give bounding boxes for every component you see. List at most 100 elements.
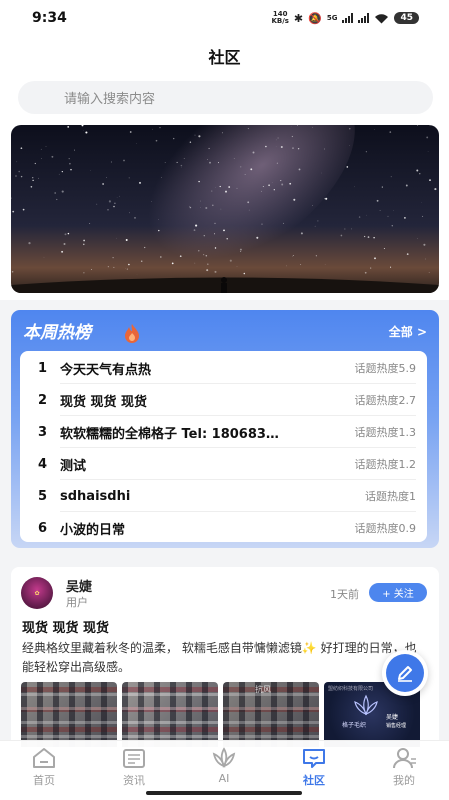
signal-icon-2 xyxy=(358,13,370,23)
star xyxy=(379,209,381,211)
star xyxy=(221,132,223,134)
tab-profile[interactable]: 我的 xyxy=(374,745,434,789)
star xyxy=(34,162,36,165)
star xyxy=(208,147,210,150)
star xyxy=(376,199,379,202)
author-name[interactable]: 吴婕 xyxy=(66,576,92,595)
news-icon xyxy=(123,749,145,768)
star xyxy=(56,198,58,201)
star xyxy=(83,243,85,246)
star xyxy=(134,217,136,219)
star xyxy=(383,247,385,250)
search-area: 请输入搜索内容 xyxy=(0,76,449,120)
tab-home[interactable]: 首页 xyxy=(14,745,74,789)
post-title: 现货 现货 现货 xyxy=(22,621,110,636)
image-caption: 销售经理 xyxy=(386,723,407,729)
star xyxy=(389,131,392,133)
star xyxy=(349,145,350,146)
star xyxy=(20,147,23,150)
topic-heat: 话题热度1.2 xyxy=(354,458,417,471)
star xyxy=(244,174,246,175)
user-icon xyxy=(393,748,416,769)
avatar[interactable]: ✿ xyxy=(21,577,53,609)
search-input[interactable]: 请输入搜索内容 xyxy=(18,81,433,114)
star xyxy=(18,170,20,173)
image-caption: 盟纺织科技有限公司 xyxy=(328,686,374,692)
star xyxy=(280,180,282,182)
star xyxy=(119,195,120,197)
star xyxy=(247,201,250,204)
star xyxy=(58,173,60,175)
star xyxy=(271,182,273,183)
star xyxy=(189,141,192,143)
hot-topic-row[interactable]: 2 现货 现货 现货 话题热度2.7 xyxy=(20,384,427,416)
star xyxy=(211,190,213,192)
star xyxy=(367,236,370,238)
star xyxy=(30,185,33,188)
post-image[interactable]: 抗风 xyxy=(223,682,319,747)
star xyxy=(214,233,216,235)
post-image[interactable] xyxy=(21,682,117,747)
hot-topic-row[interactable]: 5 sdhaisdhi 话题热度1 xyxy=(20,480,427,512)
star xyxy=(151,201,152,202)
star xyxy=(200,200,201,202)
topic-rank: 3 xyxy=(38,424,48,440)
star xyxy=(209,161,211,164)
star xyxy=(223,229,225,232)
topic-rank: 5 xyxy=(38,488,48,504)
star xyxy=(243,272,246,275)
star xyxy=(198,250,200,252)
star xyxy=(205,255,208,257)
star xyxy=(138,181,142,184)
star xyxy=(298,168,301,171)
bluetooth-icon: ✱ xyxy=(293,11,304,25)
star xyxy=(317,220,319,222)
star xyxy=(113,266,115,268)
banner-image[interactable] xyxy=(11,125,439,293)
star xyxy=(123,159,125,162)
star xyxy=(219,185,221,188)
star xyxy=(70,168,72,171)
star xyxy=(423,243,426,246)
tab-label: AI xyxy=(218,772,230,785)
star xyxy=(180,164,183,167)
hot-topic-row[interactable]: 4 测试 话题热度1.2 xyxy=(20,448,427,480)
star xyxy=(220,208,222,210)
star xyxy=(381,186,383,188)
mute-icon: 🔕 xyxy=(308,11,322,25)
tab-community[interactable]: 社区 xyxy=(284,745,344,789)
star xyxy=(83,239,85,242)
tab-ai[interactable]: AI xyxy=(194,745,254,789)
hot-topic-row[interactable]: 3 软软糯糯的全棉格子 Tel: 180683… 话题热度1.3 xyxy=(20,416,427,448)
star xyxy=(188,205,190,207)
compose-button-inner xyxy=(386,654,424,692)
star xyxy=(61,190,64,193)
star xyxy=(300,232,303,235)
post-card[interactable]: ✿ 吴婕 用户 1天前 + 关注 现货 现货 现货 经典格纹里藏着秋冬的温柔， … xyxy=(11,567,439,747)
tab-news[interactable]: 资讯 xyxy=(104,745,164,789)
star xyxy=(240,166,242,168)
signal-icon xyxy=(342,13,354,23)
hot-topic-row[interactable]: 1 今天天气有点热 话题热度5.9 xyxy=(20,352,427,384)
follow-button[interactable]: + 关注 xyxy=(369,583,427,602)
view-all-link[interactable]: 全部 > xyxy=(389,323,427,340)
star xyxy=(126,268,128,270)
star xyxy=(250,168,253,171)
topic-title: 今天天气有点热 xyxy=(60,362,152,378)
image-caption: 吴婕 xyxy=(386,714,399,721)
star xyxy=(140,260,143,262)
star xyxy=(37,177,39,179)
star xyxy=(164,162,166,164)
post-image[interactable] xyxy=(122,682,218,747)
star xyxy=(403,216,406,219)
star xyxy=(273,189,275,191)
star xyxy=(248,209,250,211)
star xyxy=(195,224,198,227)
star xyxy=(262,186,264,188)
compose-button[interactable] xyxy=(382,650,428,696)
star xyxy=(91,269,93,270)
star xyxy=(325,197,328,200)
star xyxy=(116,197,118,198)
hot-topic-row[interactable]: 6 小波的日常 话题热度0.9 xyxy=(20,512,427,542)
star xyxy=(406,253,409,255)
